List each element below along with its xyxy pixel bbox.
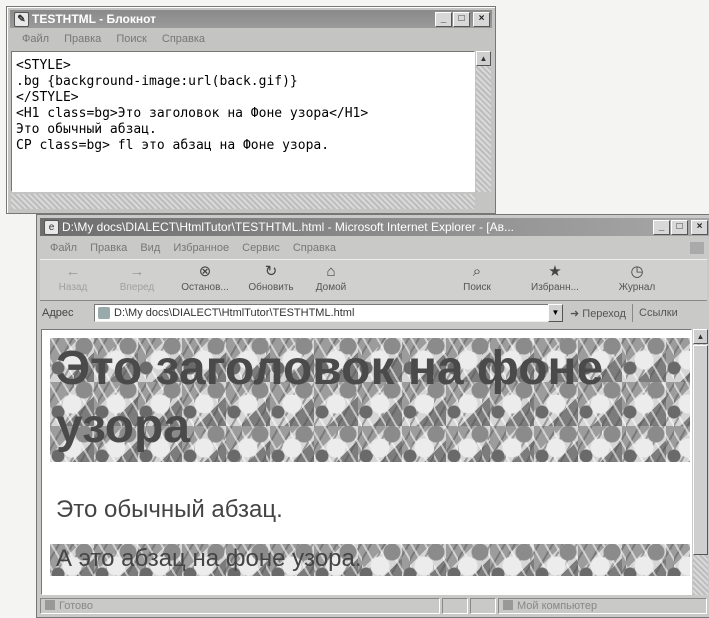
status-pane xyxy=(470,598,496,614)
close-button[interactable]: × xyxy=(473,12,490,27)
ie-window: e D:\My docs\DIALECT\HtmlTutor\TESTHTML.… xyxy=(36,214,709,618)
forward-arrow-icon: → xyxy=(129,263,145,280)
status-text-pane: Готово xyxy=(40,598,440,614)
address-label: Адрес xyxy=(42,307,74,319)
favorites-icon: ★ xyxy=(548,263,562,280)
zone-pane: Мой компьютер xyxy=(498,598,707,614)
ie-toolbar: ← Назад → Вперед ⊗ Останов... ↻ Обновить ⌂ До… xyxy=(40,259,707,301)
refresh-icon: ↻ xyxy=(264,263,278,280)
code-line: <STYLE> xyxy=(16,58,71,73)
windows-logo-icon xyxy=(690,242,704,254)
history-icon: ◷ xyxy=(630,263,644,280)
scroll-up-icon[interactable]: ▲ xyxy=(693,329,708,344)
ie-title: D:\My docs\DIALECT\HtmlTutor\TESTHTML.ht… xyxy=(62,220,515,234)
page-paragraph: Это обычный абзац. xyxy=(56,496,283,523)
scroll-up-icon[interactable]: ▲ xyxy=(476,51,491,66)
search-icon: ⌕ xyxy=(472,263,482,280)
menu-edit[interactable]: Правка xyxy=(64,33,101,45)
stop-icon: ⊗ xyxy=(198,263,212,280)
menu-favorites[interactable]: Избранное xyxy=(173,242,229,254)
status-bar: Готово Мой компьютер xyxy=(40,597,707,615)
menu-view[interactable]: Вид xyxy=(140,242,160,254)
history-button[interactable]: ◷ Журнал xyxy=(606,262,668,293)
address-bar: Адрес D:\My docs\DIALECT\HtmlTutor\TESTH… xyxy=(40,303,707,325)
status-pane xyxy=(442,598,468,614)
favorites-button[interactable]: ★ Избранн... xyxy=(524,262,586,293)
minimize-button[interactable]: _ xyxy=(435,12,452,27)
notepad-horizontal-scrollbar[interactable] xyxy=(11,194,475,209)
home-button[interactable]: ⌂ Домой xyxy=(300,262,362,293)
notepad-title-bar[interactable]: ✎ TESTHTML - Блокнот _ □ × xyxy=(10,10,492,28)
menu-search[interactable]: Поиск xyxy=(116,33,146,45)
menu-file[interactable]: Файл xyxy=(22,33,49,45)
notepad-app-icon[interactable]: ✎ xyxy=(14,12,29,27)
code-line: </STYLE> xyxy=(16,90,79,105)
back-button[interactable]: ← Назад xyxy=(42,262,104,293)
links-button[interactable]: Ссылки xyxy=(632,304,678,322)
home-icon: ⌂ xyxy=(326,263,336,280)
menu-help[interactable]: Справка xyxy=(162,33,205,45)
page-icon xyxy=(98,307,110,319)
address-dropdown-button[interactable]: ▼ xyxy=(548,304,563,322)
notepad-vertical-scrollbar[interactable]: ▲ xyxy=(476,51,491,192)
stop-button[interactable]: ⊗ Останов... xyxy=(174,262,236,293)
forward-button[interactable]: → Вперед xyxy=(106,262,168,293)
page-paragraph-pattern: А это абзац на фоне узора. xyxy=(50,544,690,576)
notepad-window-controls: _ □ × xyxy=(435,12,490,27)
address-url: D:\My docs\DIALECT\HtmlTutor\TESTHTML.ht… xyxy=(114,307,355,319)
notepad-window: ✎ TESTHTML - Блокнот _ □ × Файл Правка П… xyxy=(6,6,496,214)
maximize-button[interactable]: □ xyxy=(671,220,688,235)
menu-tools[interactable]: Сервис xyxy=(242,242,280,254)
page-heading: Это заголовок на фоне узора xyxy=(50,338,690,462)
back-arrow-icon: ← xyxy=(65,263,81,280)
ie-menubar: Файл Правка Вид Избранное Сервис Справка xyxy=(40,239,707,257)
code-line: .bg {background-image:url(back.gif)} xyxy=(16,74,298,89)
notepad-text-area[interactable]: <STYLE> .bg {background-image:url(back.gi… xyxy=(11,51,475,192)
notepad-code: <STYLE> .bg {background-image:url(back.gi… xyxy=(16,58,474,154)
maximize-button[interactable]: □ xyxy=(453,12,470,27)
page-done-icon xyxy=(45,600,55,610)
ie-title-bar[interactable]: e D:\My docs\DIALECT\HtmlTutor\TESTHTML.… xyxy=(40,218,709,236)
code-line: Это обычный абзац. xyxy=(16,122,157,137)
ie-app-icon[interactable]: e xyxy=(44,220,59,235)
minimize-button[interactable]: _ xyxy=(653,220,670,235)
menu-help[interactable]: Справка xyxy=(293,242,336,254)
refresh-button[interactable]: ↻ Обновить xyxy=(240,262,302,293)
notepad-menubar: Файл Правка Поиск Справка xyxy=(10,30,492,48)
scroll-thumb[interactable] xyxy=(693,345,708,555)
close-button[interactable]: × xyxy=(691,220,708,235)
ie-vertical-scrollbar[interactable]: ▲ xyxy=(693,329,708,595)
code-line: <H1 class=bg>Это заголовок на Фоне узора… xyxy=(16,106,369,121)
menu-file[interactable]: Файл xyxy=(50,242,77,254)
search-button[interactable]: ⌕ Поиск xyxy=(446,262,508,293)
code-line: CP class=bg> fl это абзац на Фоне узора. xyxy=(16,138,330,153)
go-button[interactable]: ➜ Переход xyxy=(570,307,626,320)
ie-window-controls: _ □ × xyxy=(653,220,708,235)
address-input[interactable]: D:\My docs\DIALECT\HtmlTutor\TESTHTML.ht… xyxy=(94,304,552,322)
page-content: Это заголовок на фоне узора Это обычный … xyxy=(41,329,692,595)
notepad-title: TESTHTML - Блокнот xyxy=(32,12,157,26)
computer-icon xyxy=(503,600,513,610)
menu-edit[interactable]: Правка xyxy=(90,242,127,254)
